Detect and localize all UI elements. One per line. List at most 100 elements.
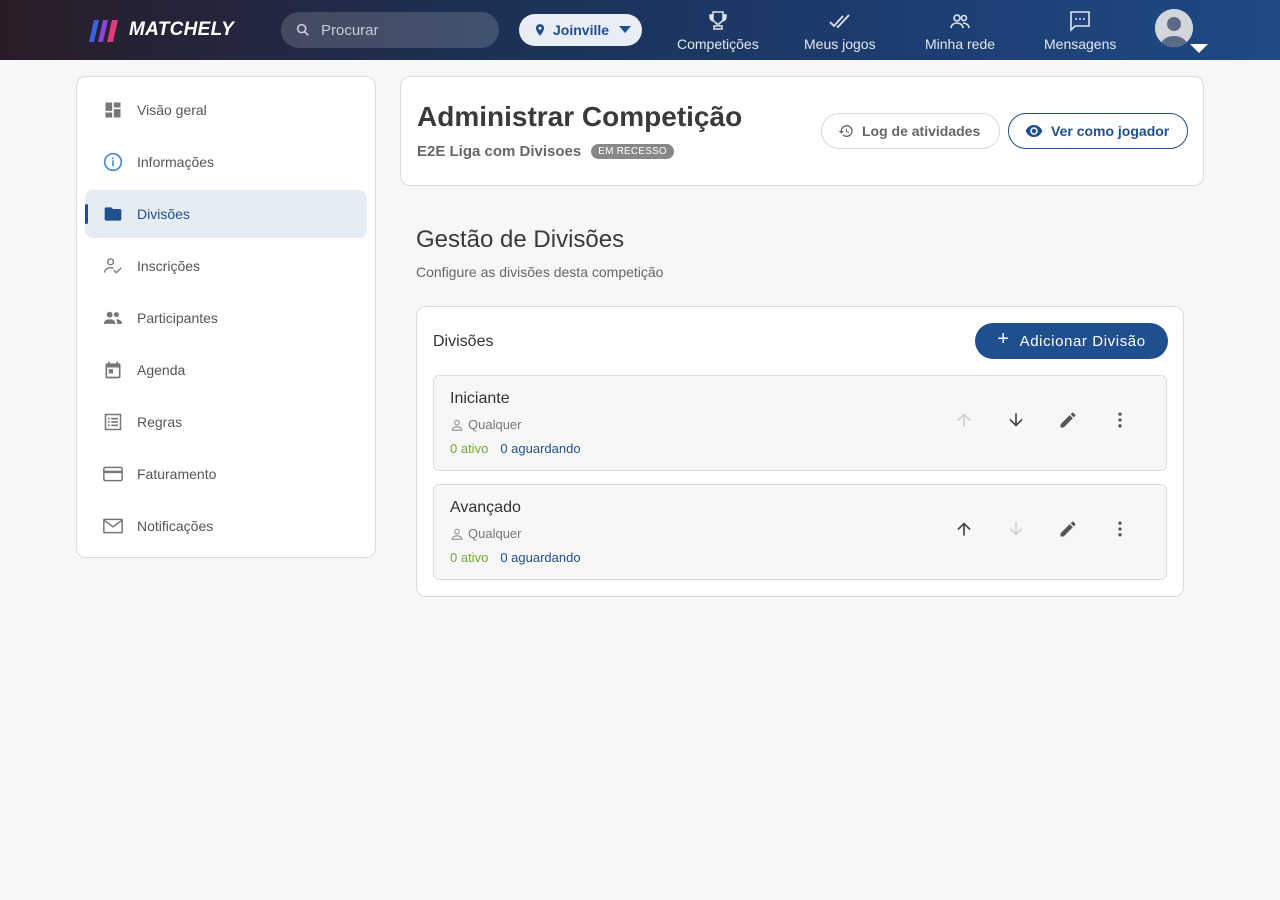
sidebar-item-label: Notificações — [137, 518, 214, 534]
waiting-count: 0 aguardando — [500, 550, 581, 565]
brand-name: MATCHELY — [129, 19, 235, 40]
sidebar-item-label: Informações — [137, 154, 215, 170]
nav-label: Mensagens — [1044, 36, 1117, 52]
division-actions — [952, 408, 1132, 432]
pencil-icon — [1060, 521, 1076, 537]
top-navbar: MATCHELY Joinville Competições Meus jogo… — [0, 0, 1280, 60]
people-icon — [103, 308, 123, 328]
competition-subtitle: E2E Liga com Divisoes EM RECESSO — [417, 143, 674, 160]
sidebar-item-label: Divisões — [137, 206, 190, 222]
divisions-card-title: Divisões — [433, 333, 494, 350]
eye-icon — [1025, 125, 1043, 137]
plus-icon: + — [997, 328, 1010, 350]
location-pin-icon — [535, 24, 545, 36]
sidebar-item-divisoes[interactable]: Divisões — [85, 190, 367, 238]
sidebar-item-regras[interactable]: Regras — [85, 398, 367, 446]
sidebar-item-faturamento[interactable]: Faturamento — [85, 450, 367, 498]
division-category: Qualquer — [450, 526, 521, 541]
pencil-icon — [1060, 412, 1076, 428]
sidebar-item-label: Inscrições — [137, 258, 201, 274]
division-category-label: Qualquer — [468, 417, 522, 432]
division-actions — [952, 517, 1132, 541]
search-input[interactable] — [321, 21, 481, 39]
sidebar-item-inscricoes[interactable]: Inscrições — [85, 242, 367, 290]
division-name: Iniciante — [450, 390, 510, 407]
sidebar-item-visao-geral[interactable]: Visão geral — [85, 86, 367, 134]
competition-name: E2E Liga com Divisoes — [417, 143, 582, 160]
sidebar-item-label: Participantes — [137, 310, 218, 326]
sidebar-item-agenda[interactable]: Agenda — [85, 346, 367, 394]
division-stats: 0 ativo 0 aguardando — [450, 441, 581, 456]
list-icon — [103, 412, 123, 432]
sidebar-item-label: Agenda — [137, 362, 186, 378]
avatar-menu-caret-icon[interactable] — [1190, 44, 1208, 53]
division-stats: 0 ativo 0 aguardando — [450, 550, 581, 565]
message-icon — [1070, 11, 1090, 32]
user-avatar-icon — [1155, 9, 1193, 47]
logo-mark-icon — [89, 20, 118, 42]
history-icon — [838, 124, 853, 137]
arrow-up-icon — [957, 522, 971, 536]
arrow-down-icon — [1009, 413, 1023, 427]
nav-label: Minha rede — [925, 36, 996, 52]
brand-logo[interactable]: MATCHELY — [85, 18, 234, 42]
active-count: 0 ativo — [450, 550, 489, 565]
more-vert-icon — [1118, 521, 1122, 537]
section-subtitle: Configure as divisões desta competição — [416, 264, 664, 280]
add-division-label: Adicionar Divisão — [1019, 332, 1146, 350]
divisions-card: Divisões + Adicionar Divisão Iniciante Q… — [416, 306, 1184, 597]
move-down-button[interactable] — [1004, 408, 1028, 432]
nav-competicoes[interactable]: Competições — [677, 9, 759, 52]
nav-meus-jogos[interactable]: Meus jogos — [804, 9, 876, 52]
nav-label: Competições — [677, 36, 759, 52]
competition-header-card: Administrar Competição E2E Liga com Divi… — [400, 76, 1204, 186]
chevron-down-icon — [619, 26, 632, 33]
add-division-button[interactable]: + Adicionar Divisão — [975, 323, 1168, 359]
division-name: Avançado — [450, 499, 521, 516]
mail-icon — [103, 516, 123, 536]
nav-label: Meus jogos — [804, 36, 876, 52]
nav-minha-rede[interactable]: Minha rede — [925, 9, 995, 52]
dashboard-icon — [103, 100, 123, 120]
credit-card-icon — [103, 464, 123, 484]
person-icon — [451, 528, 463, 540]
waiting-count: 0 aguardando — [500, 441, 581, 456]
status-badge: EM RECESSO — [591, 144, 674, 159]
folder-icon — [103, 204, 123, 224]
view-as-player-button[interactable]: Ver como jogador — [1008, 113, 1188, 149]
more-vert-icon — [1118, 412, 1122, 428]
calendar-icon — [103, 360, 123, 380]
sidebar-item-label: Regras — [137, 414, 183, 430]
nav-mensagens[interactable]: Mensagens — [1044, 9, 1116, 52]
city-selector[interactable]: Joinville — [519, 14, 642, 46]
search-box[interactable] — [281, 12, 499, 48]
avatar[interactable] — [1155, 9, 1193, 47]
move-up-button[interactable] — [952, 517, 976, 541]
division-category-label: Qualquer — [468, 526, 522, 541]
move-down-button[interactable] — [1004, 517, 1028, 541]
activity-log-button[interactable]: Log de atividades — [821, 113, 1000, 149]
division-row: Avançado Qualquer 0 ativo 0 aguardando — [433, 484, 1167, 580]
arrow-down-icon — [1009, 522, 1023, 536]
active-count: 0 ativo — [450, 441, 489, 456]
search-icon — [296, 23, 309, 36]
sidebar-item-notificacoes[interactable]: Notificações — [85, 502, 367, 550]
more-options-button[interactable] — [1108, 408, 1132, 432]
person-icon — [451, 419, 463, 431]
edit-button[interactable] — [1056, 517, 1080, 541]
sidebar-item-participantes[interactable]: Participantes — [85, 294, 367, 342]
section-title: Gestão de Divisões — [416, 226, 625, 253]
page-title: Administrar Competição — [417, 101, 743, 132]
division-row: Iniciante Qualquer 0 ativo 0 aguardando — [433, 375, 1167, 471]
move-up-button[interactable] — [952, 408, 976, 432]
sidebar-item-informacoes[interactable]: Informações — [85, 138, 367, 186]
people-icon — [950, 14, 970, 29]
sidebar-item-label: Faturamento — [137, 466, 217, 482]
sidebar-item-label: Visão geral — [137, 102, 207, 118]
more-options-button[interactable] — [1108, 517, 1132, 541]
double-check-icon — [829, 14, 850, 29]
city-label: Joinville — [553, 22, 610, 38]
edit-button[interactable] — [1056, 408, 1080, 432]
admin-sidebar: Visão geral Informações Divisões Inscriç… — [76, 76, 376, 558]
view-as-player-label: Ver como jogador — [1051, 123, 1170, 139]
